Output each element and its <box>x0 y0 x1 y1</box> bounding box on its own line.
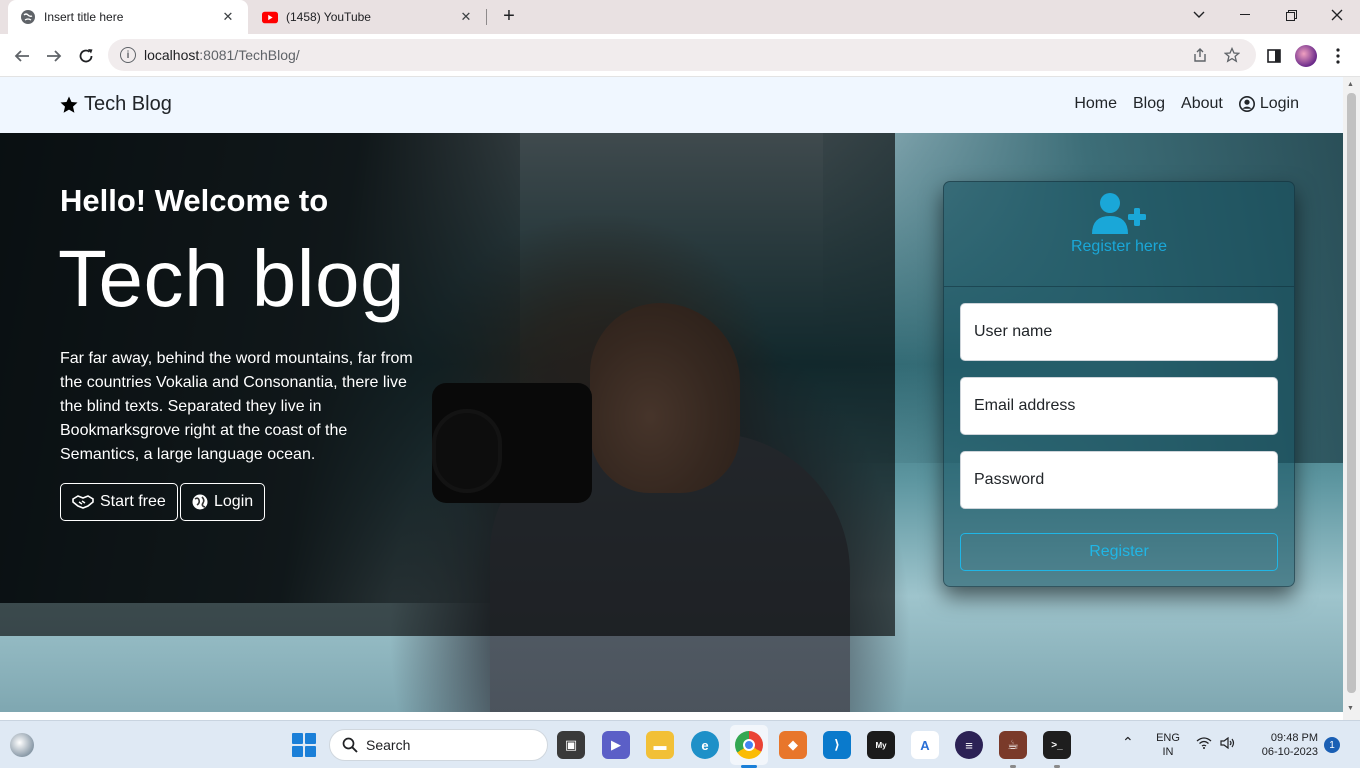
user-circle-icon <box>1238 96 1255 112</box>
register-title: Register here <box>1070 238 1168 255</box>
scroll-up-icon[interactable]: ▲ <box>1347 81 1354 88</box>
side-panel-icon[interactable] <box>1262 44 1286 68</box>
close-tab-icon[interactable]: ✕ <box>458 9 474 25</box>
hero-paragraph: Far far away, behind the word mountains,… <box>60 350 413 463</box>
file-explorer-icon[interactable]: ▬ <box>646 731 674 759</box>
hero-subtitle: Hello! Welcome to <box>60 183 329 218</box>
hero-overlay: Hello! Welcome to Tech blog Far far away… <box>0 133 895 636</box>
clock-time: 09:48 PM <box>1270 732 1318 744</box>
volume-icon[interactable] <box>1220 736 1236 753</box>
register-button[interactable]: Register <box>960 533 1278 571</box>
forward-button[interactable] <box>40 42 68 70</box>
user-plus-icon <box>1092 193 1146 234</box>
vscode-icon[interactable]: ⟩ <box>823 731 851 759</box>
taskbar-search-label: Search <box>366 737 411 753</box>
hero-login-label: Login <box>214 493 254 510</box>
android-studio-icon[interactable]: A <box>911 731 939 759</box>
start-button[interactable] <box>292 733 316 757</box>
hero-section: Hello! Welcome to Tech blog Far far away… <box>0 133 1343 712</box>
nav-login[interactable]: Login <box>1238 95 1299 113</box>
back-button[interactable] <box>8 42 36 70</box>
close-window-button[interactable] <box>1314 0 1360 30</box>
mysql-shell-icon[interactable]: My <box>867 731 895 759</box>
globe-icon <box>192 494 208 510</box>
edge-icon[interactable]: e <box>691 731 719 759</box>
nav-login-label: Login <box>1259 95 1299 112</box>
brand-text: Tech Blog <box>84 93 172 115</box>
restore-button[interactable] <box>1268 0 1314 30</box>
tab-youtube[interactable]: (1458) YouTube ✕ <box>250 0 486 34</box>
cube-app-icon[interactable]: ◆ <box>779 731 807 759</box>
tab-search-icon[interactable] <box>1176 0 1222 30</box>
start-free-button[interactable]: Start free <box>60 483 178 521</box>
nav-links: Home Blog About Login <box>1074 95 1299 113</box>
profile-avatar[interactable] <box>1294 44 1318 68</box>
start-free-label: Start free <box>100 493 166 510</box>
hero-login-button[interactable]: Login <box>180 483 266 521</box>
terminal-icon[interactable]: >_ <box>1043 731 1071 759</box>
tray-overflow-icon[interactable]: ⌃ <box>1122 735 1134 749</box>
wifi-icon[interactable] <box>1196 737 1212 753</box>
site-info-icon[interactable]: i <box>120 47 136 63</box>
star-icon <box>60 96 78 113</box>
reload-button[interactable] <box>72 42 100 70</box>
username-input[interactable]: User name <box>960 303 1278 361</box>
notification-badge[interactable]: 1 <box>1324 737 1340 753</box>
browser-toolbar: i localhost:8081/TechBlog/ <box>0 34 1360 77</box>
scroll-thumb[interactable] <box>1347 93 1356 693</box>
bookmark-star-icon[interactable] <box>1222 45 1242 65</box>
taskbar-search[interactable]: Search <box>329 729 548 761</box>
language-indicator[interactable]: ENG IN <box>1150 731 1186 759</box>
teams-icon[interactable]: ▶ <box>602 731 630 759</box>
close-tab-icon[interactable]: ✕ <box>220 9 236 25</box>
menu-kebab-icon[interactable] <box>1326 44 1350 68</box>
eclipse-icon[interactable]: ≡ <box>955 731 983 759</box>
register-card: Register here User name Email address Pa… <box>943 181 1295 587</box>
url-text: localhost:8081/TechBlog/ <box>144 47 300 63</box>
nav-home[interactable]: Home <box>1074 95 1117 113</box>
page-viewport: Tech Blog Home Blog About Login Hello! W… <box>0 77 1343 712</box>
java-app-icon[interactable]: ☕ <box>999 731 1027 759</box>
clock[interactable]: 09:48 PM 06-10-2023 <box>1248 731 1318 759</box>
password-input[interactable]: Password <box>960 451 1278 509</box>
youtube-icon <box>262 9 278 25</box>
task-view-icon[interactable]: ▣ <box>557 731 585 759</box>
tab-separator <box>486 9 487 25</box>
handshake-icon <box>72 495 94 509</box>
globe-icon <box>20 9 36 25</box>
nav-blog[interactable]: Blog <box>1133 95 1165 113</box>
nav-about[interactable]: About <box>1181 95 1223 113</box>
new-tab-button[interactable]: + <box>498 5 520 27</box>
scroll-down-icon[interactable]: ▼ <box>1347 705 1354 712</box>
tab-title: (1458) YouTube <box>286 10 371 24</box>
taskbar: Search ▣ ▶ ▬ e ◆ ⟩ My A ≡ ☕ >_ ⌃ ENG IN … <box>0 720 1360 768</box>
tab-techblog[interactable]: Insert title here ✕ <box>8 0 248 34</box>
minimize-button[interactable] <box>1222 0 1268 30</box>
tab-title: Insert title here <box>44 10 124 24</box>
chrome-icon[interactable] <box>735 731 763 759</box>
search-icon <box>342 737 358 753</box>
weather-widget-icon[interactable] <box>10 733 34 757</box>
email-input[interactable]: Email address <box>960 377 1278 435</box>
hero-title: Tech blog <box>58 234 405 323</box>
site-navbar: Tech Blog Home Blog About Login <box>0 77 1343 133</box>
clock-date: 06-10-2023 <box>1261 746 1318 758</box>
brand-link[interactable]: Tech Blog <box>60 93 172 116</box>
tab-strip: Insert title here ✕ (1458) YouTube ✕ + <box>0 0 1360 34</box>
address-bar[interactable]: i localhost:8081/TechBlog/ <box>108 39 1256 71</box>
register-card-header: Register here <box>944 182 1294 287</box>
share-icon[interactable] <box>1190 45 1210 65</box>
page-scrollbar[interactable]: ▲ ▼ <box>1343 77 1360 720</box>
